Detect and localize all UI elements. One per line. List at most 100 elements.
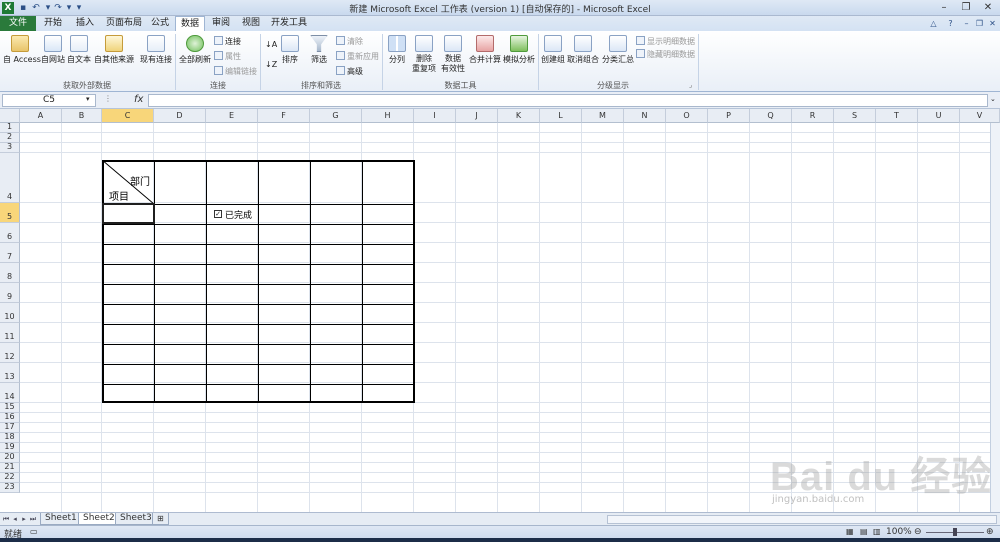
tab-home[interactable]: 开始 [38,16,68,31]
row-header-23[interactable]: 23 [0,482,20,493]
group-button[interactable]: 创建组 [541,35,565,65]
prev-sheet-icon[interactable]: ◂ [11,514,19,524]
restore-button[interactable]: ❐ [955,0,977,15]
last-sheet-icon[interactable]: ⏭ [29,514,37,524]
macro-record-icon[interactable]: ▭ [30,527,38,536]
sort-button[interactable]: 排序 [280,35,300,65]
tab-data[interactable]: 数据 [175,16,205,32]
column-header-h[interactable]: H [362,109,414,123]
workbook-close-icon[interactable]: ✕ [987,18,998,29]
row-header-12[interactable]: 12 [0,343,20,363]
column-header-u[interactable]: U [918,109,960,123]
connections-button[interactable]: 连接 [214,36,241,47]
column-header-d[interactable]: D [154,109,206,123]
column-header-v[interactable]: V [960,109,1000,123]
refresh-all-button[interactable]: 全部刷新 [178,35,212,65]
formula-bar-resize-icon[interactable]: ⋮ [104,94,112,103]
column-header-o[interactable]: O [666,109,708,123]
workbook-restore-icon[interactable]: ❐ [974,18,985,29]
column-header-a[interactable]: A [20,109,62,123]
tab-formulas[interactable]: 公式 [146,16,174,31]
column-header-f[interactable]: F [258,109,310,123]
selected-cell-c5[interactable] [102,203,155,224]
horizontal-scrollbar[interactable] [607,515,997,524]
completed-checkbox[interactable]: ✓ [214,210,222,218]
tab-page-layout[interactable]: 页面布局 [102,16,146,31]
expand-formula-bar-icon[interactable]: ⌄ [990,95,996,103]
column-header-k[interactable]: K [498,109,540,123]
normal-view-icon[interactable]: ▦ [846,527,854,536]
from-access-button[interactable]: 自 Access [3,35,41,65]
tab-review[interactable]: 审阅 [206,16,236,31]
select-all-corner[interactable] [0,109,20,123]
zoom-level[interactable]: 100% [886,527,912,537]
existing-connections-button[interactable]: 现有连接 [139,35,173,65]
reapply-button[interactable]: 重新应用 [336,51,379,62]
vertical-scrollbar[interactable] [990,123,1000,512]
row-header-3[interactable]: 3 [0,142,20,153]
name-box[interactable]: C5 [2,94,96,107]
whatif-analysis-button[interactable]: 模拟分析 [503,35,535,65]
row-header-9[interactable]: 9 [0,283,20,303]
row-header-13[interactable]: 13 [0,363,20,383]
column-header-i[interactable]: I [414,109,456,123]
zoom-in-icon[interactable]: ⊕ [986,527,994,537]
page-break-view-icon[interactable]: ▥ [873,527,881,536]
sort-az-button[interactable]: ↓A [265,40,277,49]
sort-za-button[interactable]: ↓Z [265,60,277,69]
tab-developer[interactable]: 开发工具 [267,16,311,31]
column-header-p[interactable]: P [708,109,750,123]
close-button[interactable]: ✕ [977,0,999,15]
formula-input[interactable] [148,94,988,107]
from-other-sources-button[interactable]: 自其他来源 [93,35,135,65]
column-header-l[interactable]: L [540,109,582,123]
row-header-6[interactable]: 6 [0,223,20,243]
row-header-7[interactable]: 7 [0,243,20,263]
row-header-4[interactable]: 4 [0,153,20,203]
minimize-button[interactable]: – [933,0,955,15]
column-header-g[interactable]: G [310,109,362,123]
first-sheet-icon[interactable]: ⏮ [2,514,10,524]
consolidate-button[interactable]: 合并计算 [469,35,501,65]
edit-links-button[interactable]: 编辑链接 [214,66,257,77]
data-validation-button[interactable]: 数据 有效性 [440,35,466,74]
remove-duplicates-button[interactable]: 删除 重复项 [411,35,437,74]
column-header-b[interactable]: B [62,109,102,123]
advanced-filter-button[interactable]: 高级 [336,66,363,77]
tab-insert[interactable]: 插入 [70,16,100,31]
column-header-s[interactable]: S [834,109,876,123]
sheet-tab-sheet1[interactable]: Sheet1 [40,513,82,525]
row-header-10[interactable]: 10 [0,303,20,323]
column-header-j[interactable]: J [456,109,498,123]
outline-dialog-launcher-icon[interactable]: ⌟ [689,81,692,89]
minimize-ribbon-icon[interactable]: △ [928,18,939,29]
sheet-tab-sheet3[interactable]: Sheet3 [115,513,157,525]
column-header-t[interactable]: T [876,109,918,123]
from-web-button[interactable]: 自网站 [41,35,65,65]
text-to-columns-button[interactable]: 分列 [386,35,408,65]
properties-button[interactable]: 属性 [214,51,241,62]
row-header-5[interactable]: 5 [0,203,20,223]
show-detail-button[interactable]: 显示明细数据 [636,36,695,47]
hide-detail-button[interactable]: 隐藏明细数据 [636,49,695,60]
help-icon[interactable]: ? [945,18,956,29]
column-header-e[interactable]: E [206,109,258,123]
zoom-out-icon[interactable]: ⊖ [914,527,922,537]
name-box-dropdown-icon[interactable]: ▾ [86,95,90,103]
column-header-m[interactable]: M [582,109,624,123]
tab-view[interactable]: 视图 [237,16,265,31]
ungroup-button[interactable]: 取消组合 [567,35,599,65]
filter-button[interactable]: 筛选 [308,35,330,65]
column-header-r[interactable]: R [792,109,834,123]
next-sheet-icon[interactable]: ▸ [20,514,28,524]
column-header-c[interactable]: C [102,109,154,123]
worksheet-grid[interactable]: ABCDEFGHIJKLMNOPQRSTUV 1 2 3 4 5 6 7 8 9 10 11 12 13… [0,109,1000,512]
page-layout-view-icon[interactable]: ▤ [860,527,868,536]
insert-function-icon[interactable]: fx [134,94,143,105]
workbook-minimize-icon[interactable]: – [961,18,972,29]
tab-file[interactable]: 文件 [0,16,36,31]
row-header-11[interactable]: 11 [0,323,20,343]
column-header-n[interactable]: N [624,109,666,123]
column-header-q[interactable]: Q [750,109,792,123]
row-header-14[interactable]: 14 [0,383,20,403]
